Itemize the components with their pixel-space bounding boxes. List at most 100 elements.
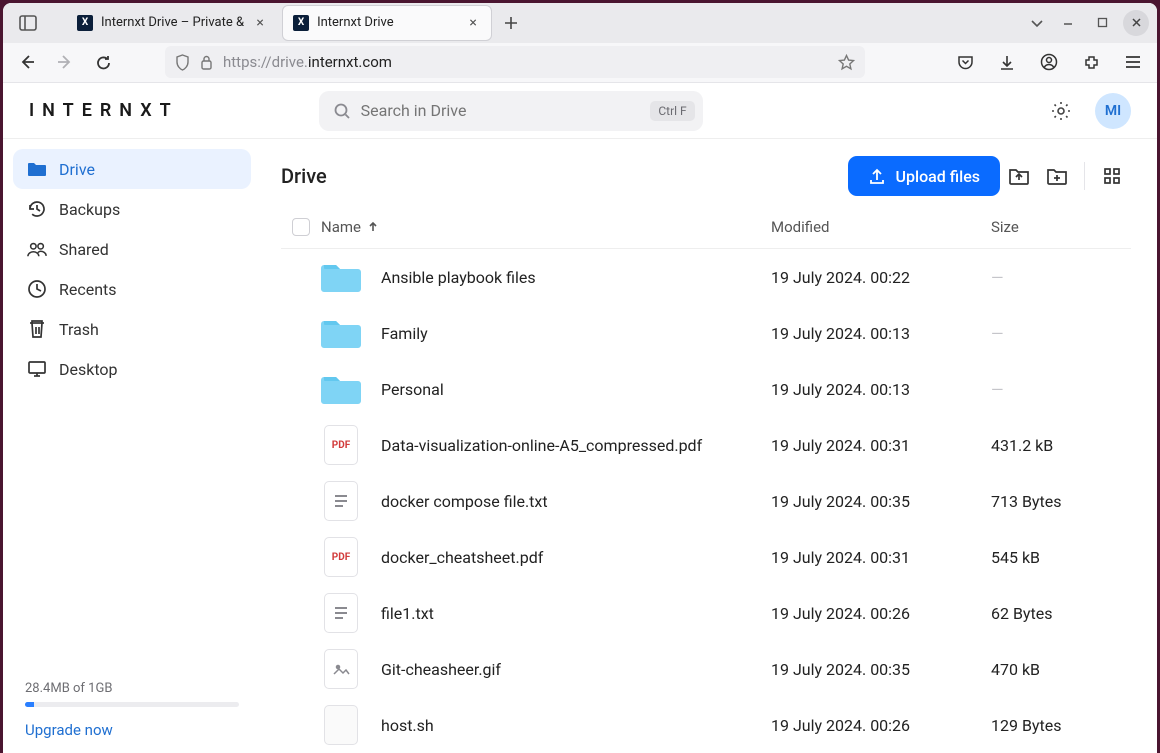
table-row[interactable]: Git-cheasheer.gif19 July 2024. 00:35470 … [281,641,1131,697]
file-size: 129 Bytes [991,716,1131,735]
tab-favicon: X [293,15,309,31]
table-row[interactable]: host.sh 19 July 2024. 00:26129 Bytes [281,697,1131,753]
table-row[interactable]: docker compose file.txt 19 July 2024. 00:… [281,473,1131,529]
table-row[interactable]: PDF Data-visualization-online-A5_compress… [281,417,1131,473]
upload-icon [868,167,886,185]
downloads-icon[interactable] [993,48,1021,76]
folder-icon [27,159,47,179]
storage-text: 28.4MB of 1GB [25,681,239,696]
pocket-icon[interactable] [951,48,979,76]
bookmark-icon[interactable] [838,54,855,71]
search-bar[interactable]: Ctrl F [319,91,703,131]
file-modified: 19 July 2024. 00:13 [771,324,991,343]
storage-meter: 28.4MB of 1GB Upgrade now [13,681,251,739]
main-toolbar: Drive Upload files [281,153,1131,199]
file-size: — [991,380,1131,399]
file-size: — [991,268,1131,287]
trash-icon [27,319,47,339]
avatar[interactable]: MI [1095,93,1131,129]
folder-icon [321,313,361,353]
app-header: INTERNXT Ctrl F MI [3,83,1157,139]
window-minimize[interactable] [1055,10,1081,36]
file-size: 431.2 kB [991,436,1131,455]
storage-bar [25,702,239,707]
folder-icon [321,257,361,297]
file-name: docker_cheatsheet.pdf [381,548,543,567]
file-size: — [991,324,1131,343]
table-row[interactable]: PDFdocker_cheatsheet.pdf19 July 2024. 00… [281,529,1131,585]
lock-icon [200,55,213,70]
shield-icon [175,54,190,71]
file-size: 470 kB [991,660,1131,679]
upgrade-link[interactable]: Upgrade now [25,721,113,739]
browser-toolbar: https://drive.internxt.com [3,43,1157,83]
hamburger-icon[interactable] [1119,48,1147,76]
table-row[interactable]: Family19 July 2024. 00:13— [281,305,1131,361]
close-icon[interactable]: × [252,15,268,31]
file-modified: 19 July 2024. 00:26 [771,604,991,623]
account-icon[interactable] [1035,48,1063,76]
file-name: file1.txt [381,604,434,623]
settings-button[interactable] [1047,97,1075,125]
blank-icon [321,705,361,745]
folder-icon [321,369,361,409]
sidebar-item-trash[interactable]: Trash [13,309,251,349]
reload-button[interactable] [89,48,117,76]
sidebar-item-label: Drive [59,160,95,179]
column-size[interactable]: Size [991,218,1131,236]
file-name: host.sh [381,716,434,735]
browser-tabstrip: X Internxt Drive – Private & × X Internx… [3,3,1157,43]
grid-view-button[interactable] [1093,157,1131,195]
new-tab-button[interactable] [496,8,526,38]
pdf-icon: PDF [321,425,361,465]
search-icon [333,102,351,120]
column-name[interactable]: Name [321,218,771,236]
tabs-dropdown[interactable] [1023,9,1051,37]
tab-label: Internxt Drive [317,15,457,30]
table-header: Name Modified Size [281,205,1131,249]
img-icon [321,649,361,689]
upload-files-button[interactable]: Upload files [848,156,1000,196]
browser-tab-1[interactable]: X Internxt Drive × [282,5,492,41]
file-rows: Ansible playbook files19 July 2024. 00:2… [281,249,1131,753]
brand-logo: INTERNXT [29,100,179,121]
search-input[interactable] [361,101,641,120]
file-size: 62 Bytes [991,604,1131,623]
new-folder-button[interactable] [1038,157,1076,195]
upload-folder-button[interactable] [1000,157,1038,195]
sidebar-item-label: Recents [59,280,117,299]
sidebar-item-desktop[interactable]: Desktop [13,349,251,389]
file-modified: 19 July 2024. 00:13 [771,380,991,399]
window-close[interactable] [1123,10,1149,36]
sidebar-item-drive[interactable]: Drive [13,149,251,189]
sidebar-item-shared[interactable]: Shared [13,229,251,269]
window-maximize[interactable] [1089,10,1115,36]
file-modified: 19 July 2024. 00:26 [771,716,991,735]
file-name: Data-visualization-online-A5_compressed.… [381,436,702,455]
upload-label: Upload files [896,167,980,186]
file-modified: 19 July 2024. 00:35 [771,492,991,511]
clock-icon [27,279,47,299]
browser-tab-0[interactable]: X Internxt Drive – Private & × [67,5,278,41]
sidebar-item-backups[interactable]: Backups [13,189,251,229]
table-row[interactable]: Ansible playbook files19 July 2024. 00:2… [281,249,1131,305]
table-row[interactable]: file1.txt 19 July 2024. 00:2662 Bytes [281,585,1131,641]
file-name: docker compose file.txt [381,492,548,511]
file-name: Git-cheasheer.gif [381,660,501,679]
forward-button[interactable] [51,48,79,76]
browser-sidebar-toggle[interactable] [11,8,45,38]
back-button[interactable] [13,48,41,76]
url-text: https://drive.internxt.com [223,53,828,71]
sidebar-item-recents[interactable]: Recents [13,269,251,309]
select-all-checkbox[interactable] [292,218,310,236]
file-modified: 19 July 2024. 00:31 [771,548,991,567]
sidebar-item-label: Backups [59,200,120,219]
column-modified[interactable]: Modified [771,218,991,236]
txt-icon [321,593,361,633]
address-bar[interactable]: https://drive.internxt.com [165,46,865,78]
file-size: 545 kB [991,548,1131,567]
close-icon[interactable]: × [465,15,481,31]
extensions-icon[interactable] [1077,48,1105,76]
tab-label: Internxt Drive – Private & [101,15,244,30]
table-row[interactable]: Personal19 July 2024. 00:13— [281,361,1131,417]
